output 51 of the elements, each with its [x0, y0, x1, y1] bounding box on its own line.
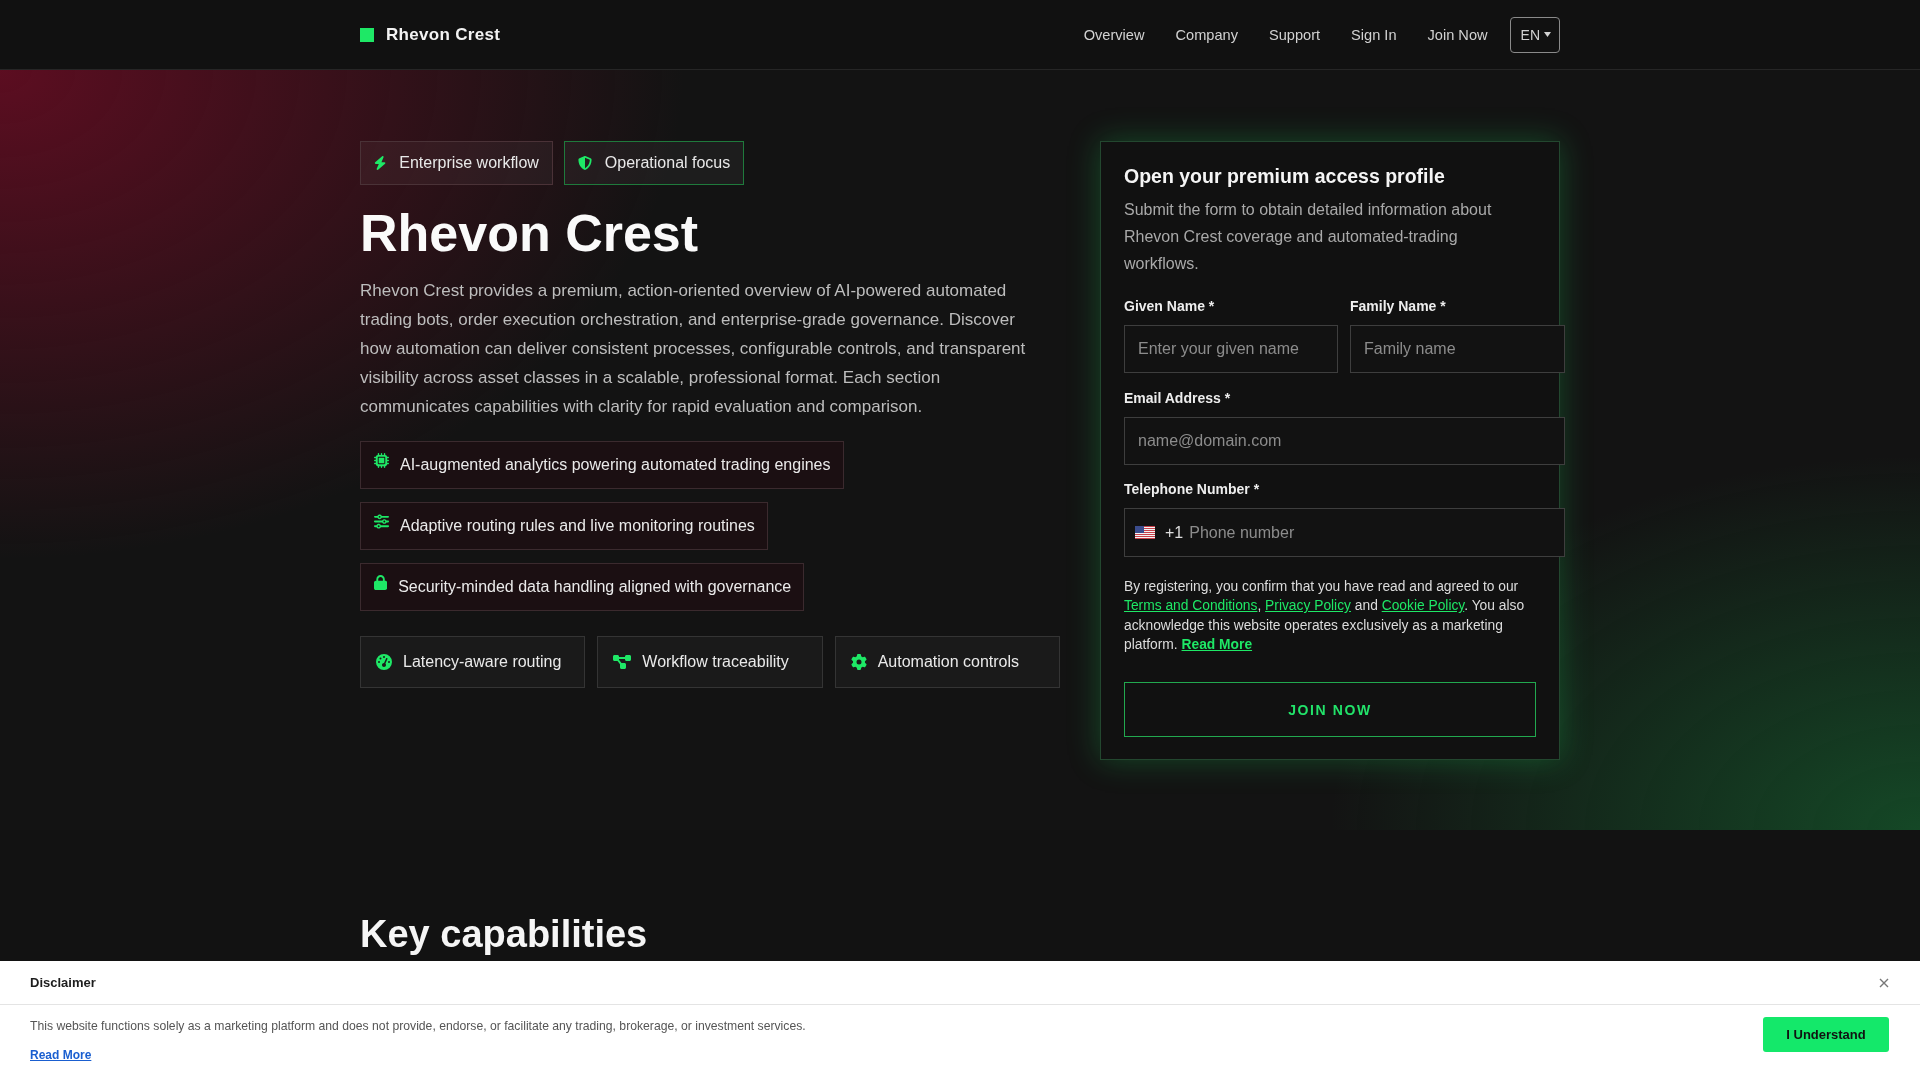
bolt-icon — [374, 156, 387, 170]
diagram-icon — [613, 654, 632, 670]
name-input[interactable]: Family name — [1350, 325, 1565, 373]
shield-icon — [577, 156, 592, 170]
logo-icon — [360, 27, 374, 42]
tag-label: Operational focus — [604, 154, 731, 172]
form-title: Open your premium access profile — [1124, 164, 1446, 189]
feature-title: Automation controls — [877, 653, 1020, 671]
gear-icon — [850, 654, 867, 670]
close-icon — [1879, 977, 1889, 988]
nav-link[interactable]: Sign In — [1351, 26, 1397, 43]
highlight-text: AI-augmented analytics powering automated trading engines — [400, 455, 831, 475]
feature-title: Workflow traceability — [642, 653, 789, 671]
join-button[interactable]: JOIN NOW — [1124, 682, 1536, 738]
field-label: Given Name * — [1124, 297, 1215, 315]
disclaimer-title: Disclaimer — [30, 975, 96, 990]
dial-code: +1 — [1165, 523, 1184, 542]
field-label: Email Address * — [1124, 389, 1231, 407]
flag-icon — [1135, 526, 1155, 539]
hero-description: Rhevon Crest provides a premium, action-oriented overview of AI-powered automated trading bots, order execution orchestration, and enterprise-grade governance. Discover how automation can deliver consistent processes, configurable controls, and transparent visibility across asset classes in a scalable, professional format. Each section communicates capabilities with clarity for rapid evaluation and comparison. — [360, 280, 1027, 418]
section-heading: Key capabilities — [360, 912, 649, 958]
nav-link[interactable]: Company — [1175, 26, 1238, 43]
lock-icon — [374, 575, 388, 590]
field-label: Telephone Number * — [1124, 480, 1260, 498]
hero-title: Rhevon Crest — [360, 203, 699, 263]
policy-link[interactable]: Privacy Policy — [1265, 598, 1351, 614]
nav-link[interactable]: Overview — [1083, 26, 1145, 43]
field-label: Family Name * — [1350, 297, 1446, 315]
language-button[interactable]: EN — [1509, 16, 1560, 53]
form-description: Submit the form to obtain detailed information about Rhevon Crest coverage and automated-trading workflows. — [1124, 200, 1493, 274]
read-more-link[interactable]: Read More — [30, 1047, 92, 1063]
feature-title: Latency-aware routing — [403, 653, 562, 671]
sliders-icon — [374, 514, 389, 529]
highlight-text: Security-minded data handling aligned with governance — [398, 577, 792, 597]
nav-link[interactable]: Support — [1268, 26, 1321, 43]
name-input[interactable]: Enter your given name — [1124, 325, 1338, 373]
chip-icon — [374, 453, 389, 468]
email-input[interactable]: name@domain.com — [1124, 417, 1565, 465]
phone-input[interactable]: Phone number — [1189, 509, 1551, 556]
tag-label: Enterprise workflow — [399, 154, 539, 172]
brand-name: Rhevon Crest — [386, 24, 501, 45]
disclaimer-text: This website functions solely as a marketing platform and does not provide, endorse, or facilitate any trading, brokerage, or investment services. — [30, 1018, 806, 1035]
understand-button[interactable]: I Understand — [1763, 1017, 1889, 1052]
read-more-link[interactable]: Read More — [1181, 636, 1253, 652]
caret-icon — [1544, 32, 1551, 37]
gauge-icon — [376, 654, 392, 670]
phone-field[interactable]: +1 Phone number — [1124, 508, 1565, 557]
highlight-text: Adaptive routing rules and live monitoring routines — [400, 516, 755, 536]
consent-text: By registering, you confirm that you have read and agreed to our Terms and Conditions, Privacy Policy and Cookie Policy. You also acknowledge this website operates exclusively as a marketing platform. Read More — [1124, 578, 1526, 654]
close-button[interactable] — [1879, 977, 1889, 988]
nav-link[interactable]: Join Now — [1427, 26, 1488, 43]
